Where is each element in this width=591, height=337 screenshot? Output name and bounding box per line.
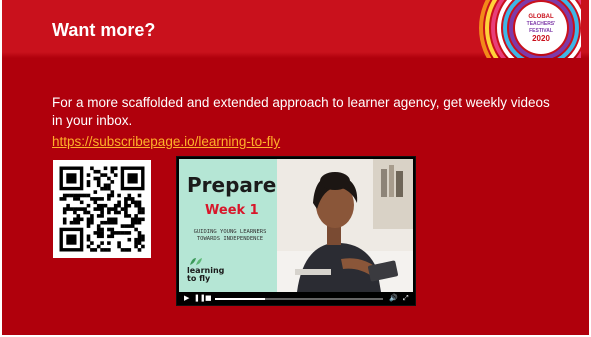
slide-title: Want more?: [52, 20, 156, 40]
badge-line-1: GLOBAL: [528, 14, 554, 20]
leaf-icon: [190, 258, 202, 265]
badge-line-4: 2020: [532, 34, 550, 43]
video-thumbnail[interactable]: Prepare Week 1 GUIDING YOUNG LEARNERS TO…: [179, 159, 413, 292]
video-controls: ▶ ❚❚ ■ 🔊 ⤢: [179, 294, 413, 303]
thumbnail-title: Prepare: [187, 173, 277, 197]
thumbnail-brand: learning to fly: [187, 267, 224, 283]
badge-line-2: TEACHERS': [527, 21, 556, 27]
subscribe-link[interactable]: https://subscribepage.io/learning-to-fly: [52, 134, 280, 149]
progress-bar[interactable]: [215, 298, 383, 300]
student-photo-image: [277, 159, 413, 292]
thumbnail-subtitle: GUIDING YOUNG LEARNERS TOWARDS INDEPENDE…: [193, 229, 267, 242]
thumbnail-text-panel: Prepare Week 1 GUIDING YOUNG LEARNERS TO…: [179, 159, 277, 292]
play-icon[interactable]: ▶: [184, 294, 189, 303]
body-text: For a more scaffolded and extended appro…: [52, 95, 550, 128]
brand-line-2: to fly: [187, 274, 211, 283]
slide: Want more? GLOBAL TEACHERS' FESTIVAL 202…: [2, 0, 589, 335]
festival-badge-icon: GLOBAL TEACHERS' FESTIVAL 2020: [479, 0, 581, 58]
volume-icon[interactable]: 🔊: [389, 294, 398, 303]
stop-icon[interactable]: ■: [205, 294, 212, 303]
qr-code-icon[interactable]: [53, 160, 151, 258]
video-player[interactable]: Prepare Week 1 GUIDING YOUNG LEARNERS TO…: [176, 156, 416, 306]
qr-code-graphic: [59, 166, 145, 252]
pause-icon[interactable]: ❚❚: [194, 294, 206, 303]
fullscreen-icon[interactable]: ⤢: [403, 294, 409, 303]
progress-fill: [215, 298, 266, 300]
thumbnail-week: Week 1: [205, 203, 259, 218]
